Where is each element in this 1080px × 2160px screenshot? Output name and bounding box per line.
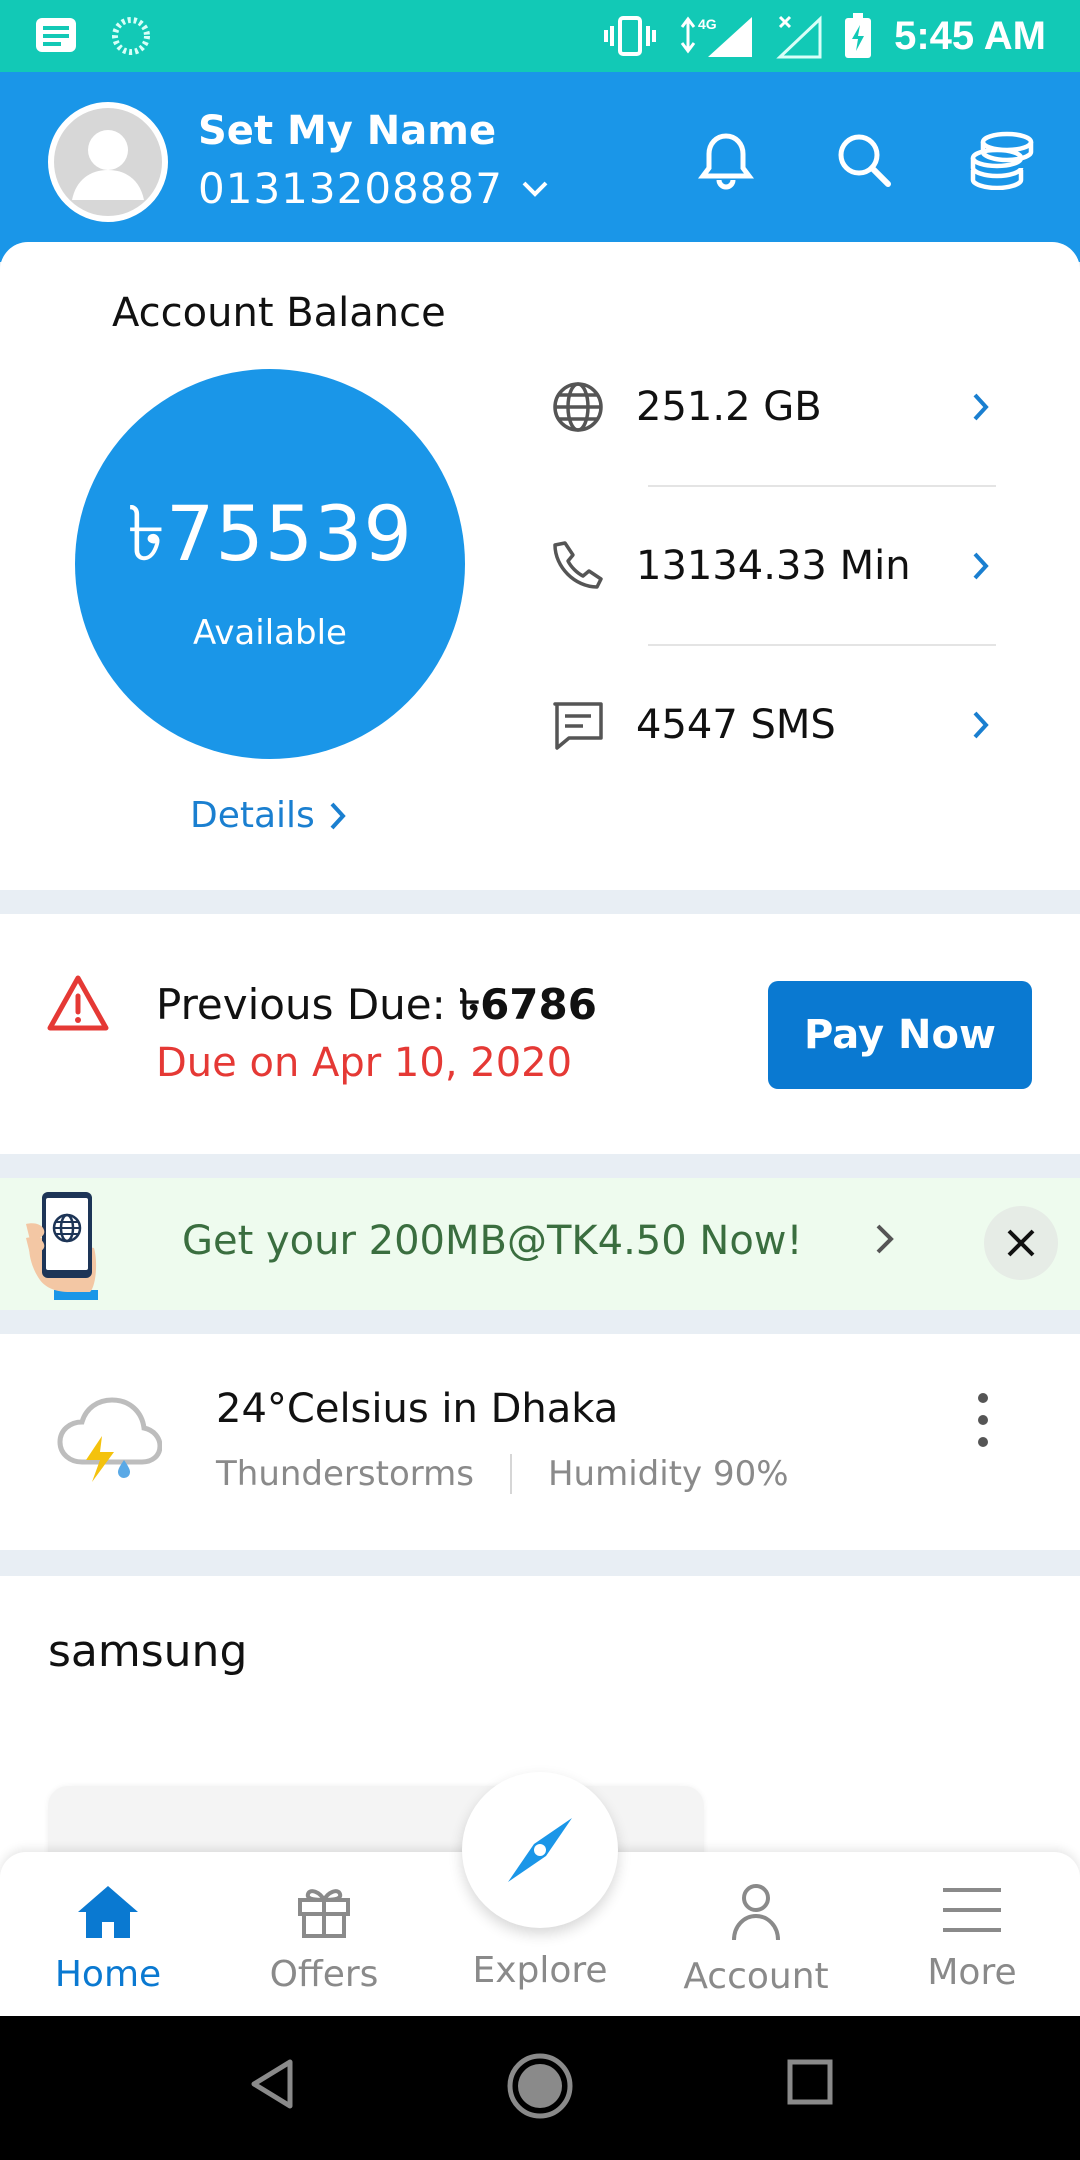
usage-row-minutes[interactable]: 13134.33 Min (550, 521, 1000, 611)
home-icon (78, 1886, 138, 1938)
home-circle-icon[interactable] (506, 2052, 574, 2120)
svg-text:4G: 4G (698, 16, 717, 32)
system-navigation-bar (0, 2016, 1080, 2160)
notifications-button[interactable] (690, 124, 762, 196)
previous-due-label: Previous Due: (156, 980, 460, 1029)
close-icon (1007, 1229, 1035, 1257)
chevron-down-icon (522, 181, 548, 197)
compass-icon (508, 1818, 572, 1882)
balance-title: Account Balance (112, 290, 446, 336)
weather-humidity: Humidity 90% (547, 1454, 789, 1494)
coins-icon (970, 131, 1034, 190)
minutes-balance: 13134.33 Min (636, 543, 911, 589)
phone-icon (553, 541, 603, 589)
weather-card[interactable]: 24°Celsius in Dhaka Thunderstorms Humidi… (0, 1334, 1080, 1550)
bell-icon (698, 133, 754, 190)
sync-icon (110, 15, 152, 57)
explore-button[interactable] (462, 1772, 618, 1928)
sms-icon (553, 702, 603, 750)
signal-4g-icon: 4G (678, 13, 754, 59)
due-date: Due on Apr 10, 2020 (156, 1040, 573, 1086)
chevron-right-icon (973, 552, 989, 580)
previous-due-amount: ৳6786 (459, 980, 597, 1029)
details-label: Details (190, 795, 315, 836)
nav-account-label: Account (683, 1956, 829, 1997)
battery-charging-icon (844, 13, 872, 59)
nav-explore-label: Explore (472, 1950, 608, 1991)
nav-explore[interactable]: Explore (440, 1950, 640, 1991)
weather-title: 24°Celsius in Dhaka (216, 1386, 619, 1432)
chevron-right-icon (973, 711, 989, 739)
balance-amount: ৳75539 (127, 488, 413, 578)
section-title: samsung (48, 1626, 248, 1677)
sms-balance: 4547 SMS (636, 702, 836, 748)
person-icon (732, 1884, 780, 1941)
nav-offers-label: Offers (269, 1954, 379, 1995)
globe-icon (553, 382, 603, 432)
previous-due-card: Previous Due: ৳6786 Due on Apr 10, 2020 … (0, 914, 1080, 1154)
chevron-right-icon (876, 1224, 894, 1254)
gift-icon (298, 1889, 350, 1938)
divider (648, 485, 996, 487)
nav-home-label: Home (54, 1954, 162, 1995)
back-icon[interactable] (246, 2056, 296, 2112)
notification-icon (34, 16, 78, 56)
avatar[interactable] (48, 102, 168, 222)
phone-in-hand-icon (26, 1192, 98, 1300)
nav-more-label: More (927, 1952, 1017, 1993)
nav-home[interactable]: Home (8, 1882, 208, 1995)
pay-now-button[interactable]: Pay Now (768, 981, 1032, 1089)
details-link[interactable]: Details (190, 795, 347, 836)
previous-due-text: Previous Due: ৳6786 (156, 972, 597, 1043)
close-promo-button[interactable] (984, 1206, 1058, 1280)
chevron-right-icon (973, 393, 989, 421)
recents-icon[interactable] (786, 2058, 834, 2106)
user-placeholder-icon (72, 130, 144, 200)
divider (648, 644, 996, 646)
nav-more[interactable]: More (872, 1882, 1072, 1993)
divider (509, 1454, 512, 1494)
weather-details: Thunderstorms Humidity 90% (216, 1454, 789, 1494)
balance-circle[interactable]: ৳75539 Available (75, 369, 465, 759)
search-button[interactable] (828, 124, 900, 196)
status-time: 5:45 AM (894, 13, 1046, 58)
nav-account[interactable]: Account (656, 1882, 856, 1997)
data-balance: 251.2 GB (636, 384, 822, 430)
status-bar: 4G 5:45 AM (0, 0, 1080, 72)
vibrate-icon (604, 14, 657, 58)
phone-number-selector[interactable]: 01313208887 (198, 164, 549, 213)
promo-text: Get your 200MB@TK4.50 Now! (182, 1218, 803, 1264)
balance-label: Available (193, 612, 347, 653)
usage-row-data[interactable]: 251.2 GB (550, 362, 1000, 452)
weather-condition: Thunderstorms (216, 1454, 474, 1494)
user-name[interactable]: Set My Name (198, 108, 496, 154)
thunderstorm-icon (57, 1397, 162, 1482)
menu-icon (943, 1888, 1001, 1932)
nav-offers[interactable]: Offers (224, 1882, 424, 1995)
signal-empty-icon (776, 13, 822, 59)
balance-card: Account Balance ৳75539 Available Details… (0, 242, 1080, 890)
more-vertical-icon[interactable] (968, 1390, 998, 1450)
app-header: Set My Name 01313208887 (0, 72, 1080, 262)
usage-row-sms[interactable]: 4547 SMS (550, 680, 1000, 770)
promo-banner[interactable]: Get your 200MB@TK4.50 Now! (0, 1178, 1080, 1310)
warning-icon (47, 975, 109, 1031)
chevron-right-icon (330, 802, 346, 829)
search-icon (838, 134, 891, 187)
phone-number: 01313208887 (198, 164, 503, 213)
coins-button[interactable] (966, 124, 1038, 196)
